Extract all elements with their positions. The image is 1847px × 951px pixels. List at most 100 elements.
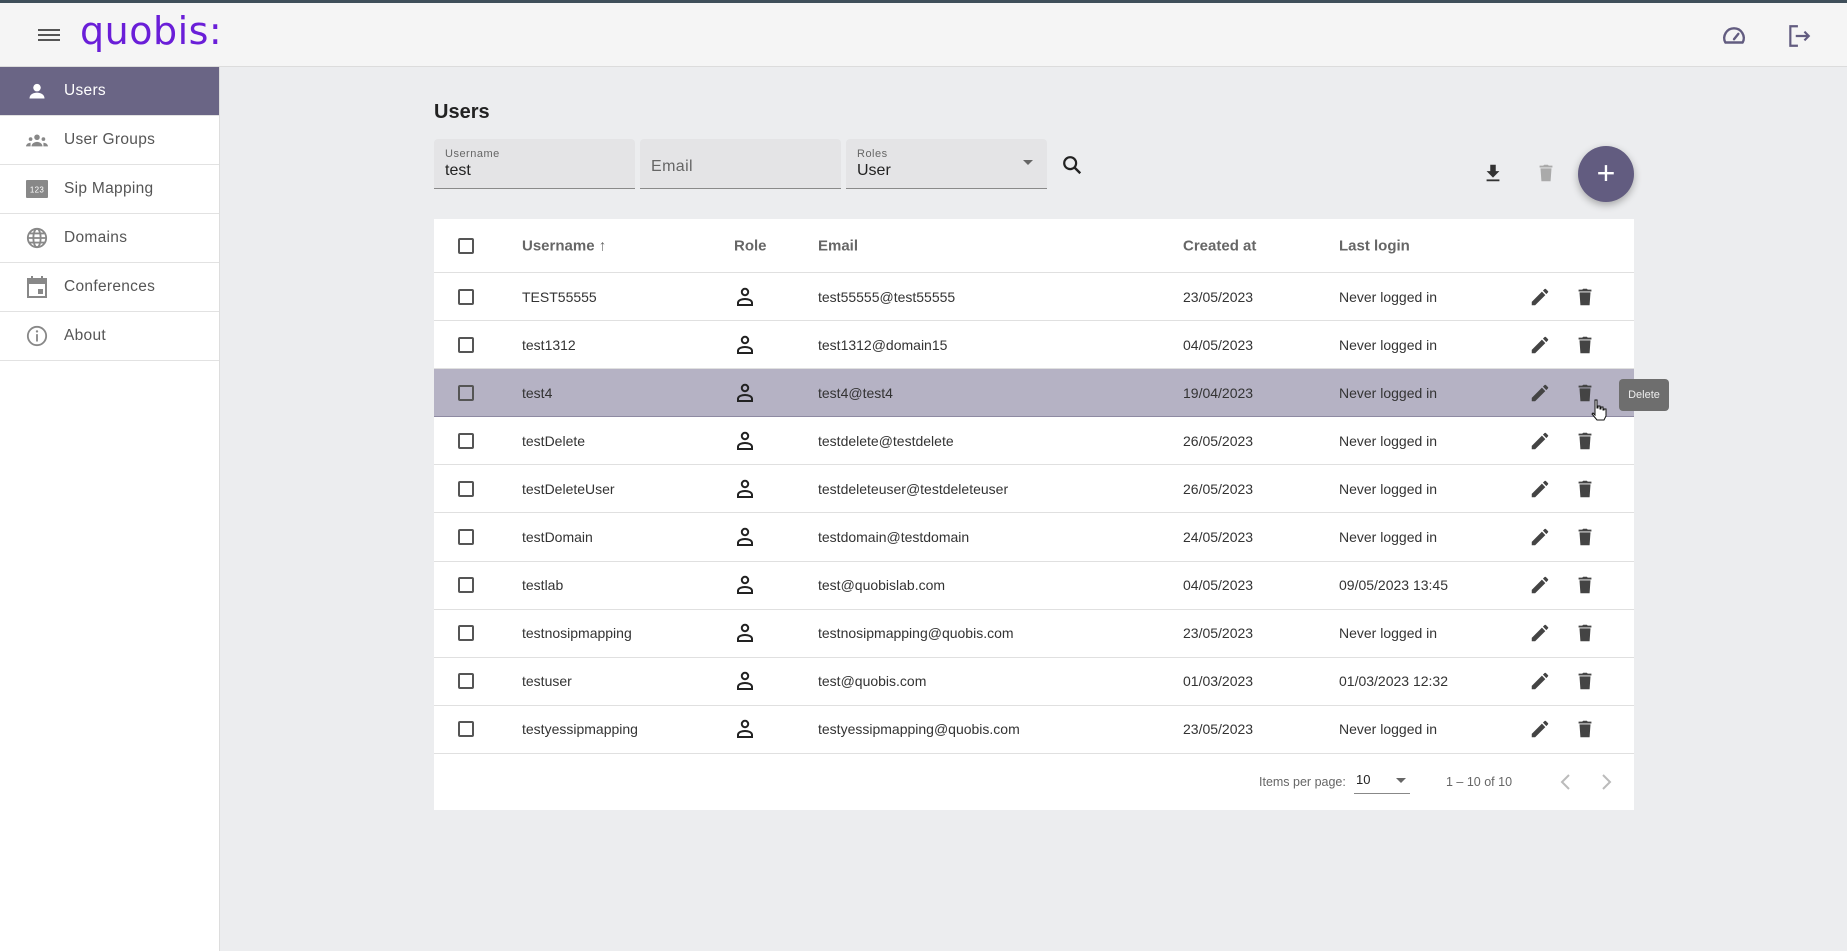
delete-icon[interactable] [1574, 334, 1596, 356]
user-role-icon [737, 287, 753, 306]
previous-page-icon[interactable] [1558, 773, 1574, 791]
table-row[interactable]: testnosipmapping testnosipmapping@quobis… [434, 610, 1634, 658]
created-cell: 23/05/2023 [1183, 721, 1254, 738]
user-role-icon [737, 575, 753, 595]
created-cell: 19/04/2023 [1183, 384, 1254, 401]
last-login-cell: Never logged in [1339, 336, 1438, 353]
table-row[interactable]: testDomain testdomain@testdomain 24/05/2… [434, 514, 1634, 562]
sidebar-item-about[interactable]: About [0, 312, 219, 361]
select-all-checkbox[interactable] [458, 237, 474, 254]
row-checkbox[interactable] [458, 480, 474, 497]
edit-icon[interactable] [1529, 526, 1551, 548]
chevron-down-icon [1023, 160, 1033, 165]
search-icon[interactable] [1061, 154, 1083, 176]
sidebar-item-sip-mapping[interactable]: 123 Sip Mapping [0, 165, 219, 214]
table-row[interactable]: test1312 test1312@domain15 04/05/2023 Ne… [434, 321, 1634, 370]
table-row[interactable]: testyessipmapping testyessipmapping@quob… [434, 706, 1634, 754]
delete-icon[interactable] [1574, 622, 1596, 644]
delete-tooltip: Delete [1619, 379, 1669, 411]
delete-icon[interactable] [1574, 478, 1596, 500]
last-login-cell: Never logged in [1339, 384, 1438, 401]
sidebar-item-users[interactable]: Users [0, 67, 219, 116]
table-row[interactable]: testDelete testdelete@testdelete 26/05/2… [434, 417, 1634, 466]
last-login-cell: 01/03/2023 12:32 [1339, 673, 1448, 690]
user-role-icon [737, 527, 753, 546]
created-cell: 04/05/2023 [1183, 336, 1254, 353]
email-cell: test@quobislab.com [818, 577, 946, 594]
username-value[interactable]: test [445, 162, 624, 180]
table-row[interactable]: testuser test@quobis.com 01/03/2023 01/0… [434, 658, 1634, 706]
created-cell: 04/05/2023 [1183, 577, 1254, 594]
svg-text:123: 123 [30, 186, 44, 195]
edit-icon[interactable] [1529, 718, 1551, 740]
roles-select[interactable]: Roles User [846, 139, 1047, 189]
username-cell: testlab [522, 577, 564, 594]
created-cell: 23/05/2023 [1183, 288, 1254, 305]
sidebar-item-domains[interactable]: Domains [0, 214, 219, 263]
column-header-role: Role [734, 237, 767, 254]
username-cell: TEST55555 [522, 288, 597, 305]
row-checkbox[interactable] [458, 721, 474, 738]
next-page-icon[interactable] [1598, 773, 1614, 791]
email-cell: test@quobis.com [818, 673, 927, 690]
username-cell: test4 [522, 384, 553, 401]
edit-icon[interactable] [1529, 574, 1551, 596]
row-checkbox[interactable] [458, 625, 474, 642]
edit-icon[interactable] [1529, 670, 1551, 692]
column-header-username[interactable]: Username ↑ [522, 237, 606, 254]
dashboard-icon[interactable] [1721, 23, 1747, 49]
download-icon[interactable] [1482, 162, 1504, 184]
delete-icon[interactable] [1574, 526, 1596, 548]
edit-icon[interactable] [1529, 286, 1551, 308]
bulk-delete-icon[interactable] [1535, 162, 1557, 184]
row-checkbox[interactable] [458, 384, 474, 401]
username-label: Username [445, 148, 500, 160]
page-range: 1 – 10 of 10 [1446, 775, 1513, 789]
sidebar-item-label: About [64, 327, 107, 344]
sidebar-item-user-groups[interactable]: User Groups [0, 116, 219, 165]
email-cell: testdelete@testdelete [818, 432, 954, 449]
delete-icon[interactable] [1574, 574, 1596, 596]
edit-icon[interactable] [1529, 334, 1551, 356]
email-cell: testdomain@testdomain [818, 529, 970, 545]
row-checkbox[interactable] [458, 288, 474, 305]
table-row[interactable]: testDeleteUser testdeleteuser@testdelete… [434, 465, 1634, 514]
person-icon [26, 80, 48, 102]
username-cell: testDeleteUser [522, 480, 615, 497]
column-header-email: Email [818, 237, 859, 254]
arrow-up-icon: ↑ [598, 237, 607, 254]
delete-icon[interactable] [1574, 286, 1596, 308]
row-checkbox[interactable] [458, 673, 474, 690]
items-per-page-select[interactable]: 10 [1354, 768, 1410, 794]
table-row[interactable]: TEST55555 test55555@test55555 23/05/2023… [434, 273, 1634, 321]
table-row[interactable]: test4 test4@test4 19/04/2023 Never logge… [434, 369, 1634, 418]
pointer-cursor-icon [1591, 399, 1607, 421]
row-checkbox[interactable] [458, 577, 474, 594]
last-login-cell: Never logged in [1339, 480, 1438, 497]
edit-icon[interactable] [1529, 382, 1551, 404]
logout-icon[interactable] [1786, 23, 1812, 49]
menu-icon[interactable] [38, 26, 60, 44]
app-header: quobis: [0, 3, 1847, 67]
username-cell: testDomain [522, 529, 593, 545]
sidebar-item-conferences[interactable]: Conferences [0, 263, 219, 312]
last-login-cell: Never logged in [1339, 432, 1438, 449]
table-row[interactable]: testlab test@quobislab.com 04/05/2023 09… [434, 562, 1634, 610]
sidebar-item-label: Sip Mapping [64, 180, 154, 197]
sidebar-item-label: Conferences [64, 278, 156, 295]
username-cell: testyessipmapping [522, 721, 638, 738]
edit-icon[interactable] [1529, 430, 1551, 452]
row-checkbox[interactable] [458, 336, 474, 353]
delete-icon[interactable] [1574, 670, 1596, 692]
user-role-icon [737, 431, 753, 450]
delete-icon[interactable] [1574, 430, 1596, 452]
page-title: Users [434, 101, 490, 123]
edit-icon[interactable] [1529, 622, 1551, 644]
delete-icon[interactable] [1574, 718, 1596, 740]
username-filter[interactable]: Username test [434, 139, 635, 189]
email-filter[interactable]: Email [640, 139, 841, 189]
edit-icon[interactable] [1529, 478, 1551, 500]
row-checkbox[interactable] [458, 432, 474, 449]
add-user-button[interactable]: + [1578, 146, 1634, 202]
row-checkbox[interactable] [458, 529, 474, 545]
